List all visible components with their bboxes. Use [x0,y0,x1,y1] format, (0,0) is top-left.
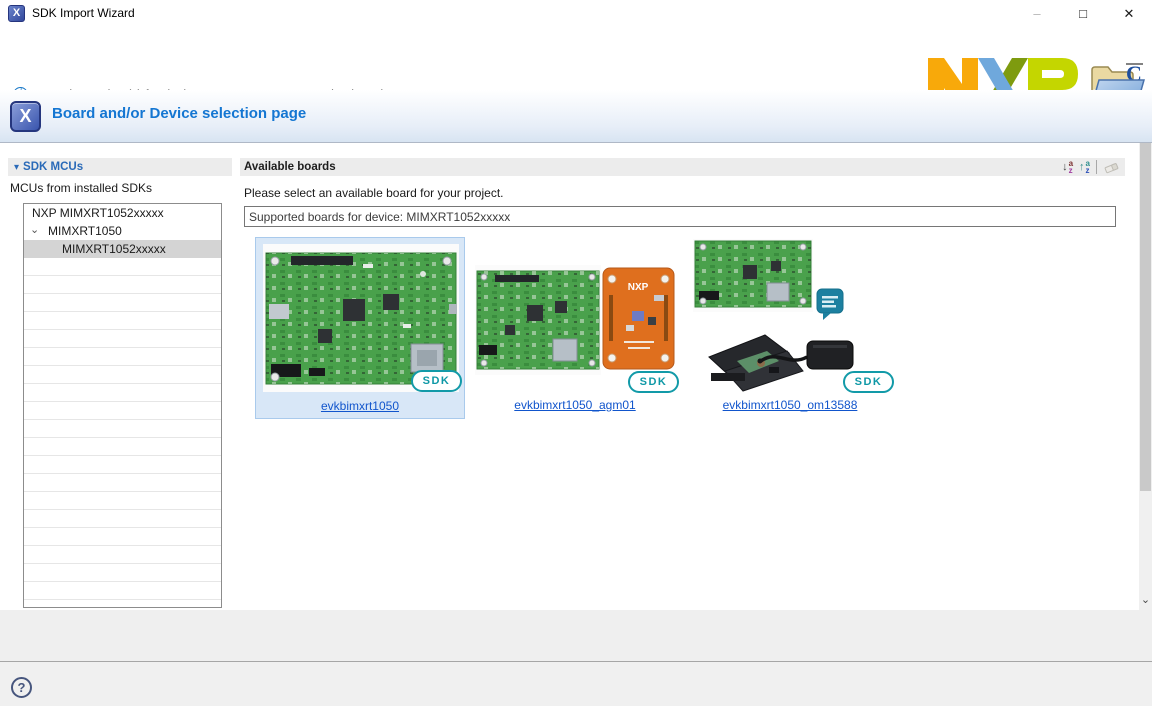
minimize-button[interactable]: – [1014,0,1060,28]
tree-empty-rows [24,258,221,600]
sdk-mcus-title: SDK MCUs [23,161,83,173]
lower-strip [0,610,1152,661]
tree-empty-row [24,474,221,492]
mcu-tree: NXP MIMXRT1052xxxxx ⌄ MIMXRT1050 MIMXRT1… [23,203,222,608]
sdk-badge: SDK [628,371,679,393]
tree-empty-row [24,420,221,438]
clear-filter-eraser-icon[interactable] [1103,159,1119,175]
tree-empty-row [24,510,221,528]
board-photo-pcb [475,265,601,375]
window-controls: – □ ✕ [1014,0,1152,28]
tree-empty-row [24,456,221,474]
titlebar: X SDK Import Wizard – □ ✕ [0,0,1152,28]
board-filter-input[interactable] [244,206,1116,227]
board-cards: SDK evkbimxrt1050 [255,237,895,419]
nfc-bubble-icon [815,287,845,321]
tree-empty-row [24,294,221,312]
info-bar: i Importing project(s) for device: MIMXR… [0,28,1152,90]
tree-empty-row [24,384,221,402]
chevron-down-icon[interactable]: ⌄ [30,221,39,239]
mcuxpresso-icon: X [10,101,41,132]
vertical-scrollbar[interactable]: ⌄ [1139,143,1152,610]
letter-z: z [1069,167,1073,174]
button-bar: ? < Back Next > Finish Cancel [0,662,1152,706]
sdk-import-wizard-window: X SDK Import Wizard – □ ✕ i Importing pr… [0,0,1152,706]
board-link-evkbimxrt1050[interactable]: evkbimxrt1050 [321,399,399,413]
available-boards-section-header: Available boards ↓ az ↑ az [240,158,1125,176]
maximize-button[interactable]: □ [1060,0,1106,28]
sort-ascending-button[interactable]: ↑ az [1079,159,1090,175]
close-button[interactable]: ✕ [1106,0,1152,28]
board-photo-orange-shield: NXP [602,267,675,370]
board-card-evkbimxrt1050-om13588[interactable]: SDK evkbimxrt1050_om13588 [685,237,895,419]
tree-empty-row [24,348,221,366]
content-area: ▾ SDK MCUs MCUs from installed SDKs NXP … [0,143,1152,610]
tree-empty-row [24,528,221,546]
tree-empty-row [24,546,221,564]
mcus-subtitle: MCUs from installed SDKs [10,181,152,195]
sort-descending-button[interactable]: ↓ az [1062,159,1073,175]
kit-photo [703,327,861,397]
letter-z: z [1086,167,1090,174]
board-link-evkbimxrt1050-agm01[interactable]: evkbimxrt1050_agm01 [514,398,635,412]
arrow-down-icon: ↓ [1062,159,1068,175]
board-photo-pcb [693,239,813,312]
boards-toolbar: ↓ az ↑ az [1062,159,1119,175]
tree-label: MIMXRT1052xxxxx [62,240,166,258]
tree-row-sdk[interactable]: NXP MIMXRT1052xxxxx [24,204,221,222]
board-card-evkbimxrt1050[interactable]: SDK evkbimxrt1050 [255,237,465,419]
tree-empty-row [24,492,221,510]
page-title: Board and/or Device selection page [52,105,306,122]
scrollbar-thumb[interactable] [1140,143,1151,491]
tree-label: MIMXRT1050 [48,222,122,240]
tree-row-device-selected[interactable]: MIMXRT1052xxxxx [24,240,221,258]
board-link-evkbimxrt1050-om13588[interactable]: evkbimxrt1050_om13588 [723,398,858,412]
wizard-header: X Board and/or Device selection page [0,90,1152,143]
tree-empty-row [24,564,221,582]
scrollbar-down-arrow[interactable]: ⌄ [1139,594,1152,609]
tree-empty-row [24,582,221,600]
arrow-up-icon: ↑ [1079,159,1085,175]
tree-empty-row [24,276,221,294]
board-card-evkbimxrt1050-agm01[interactable]: NXP SDK evkbimxrt1050_agm01 [470,237,680,419]
tree-empty-row [24,258,221,276]
tree-row-family[interactable]: ⌄ MIMXRT1050 [24,222,221,240]
available-boards-title: Available boards [244,161,1062,173]
tree-empty-row [24,438,221,456]
tree-empty-row [24,366,221,384]
app-icon: X [8,5,25,22]
svg-text:NXP: NXP [628,282,649,293]
help-button[interactable]: ? [11,677,32,698]
sdk-mcus-section-header[interactable]: ▾ SDK MCUs [8,158,232,176]
section-collapse-icon: ▾ [14,162,19,173]
tree-empty-row [24,402,221,420]
window-title: SDK Import Wizard [32,6,135,20]
sdk-badge: SDK [843,371,894,393]
tree-label: NXP MIMXRT1052xxxxx [32,204,164,222]
sdk-badge: SDK [411,370,462,392]
tree-empty-row [24,330,221,348]
toolbar-divider [1096,160,1097,174]
instruction-text: Please select an available board for you… [244,186,503,200]
tree-empty-row [24,312,221,330]
